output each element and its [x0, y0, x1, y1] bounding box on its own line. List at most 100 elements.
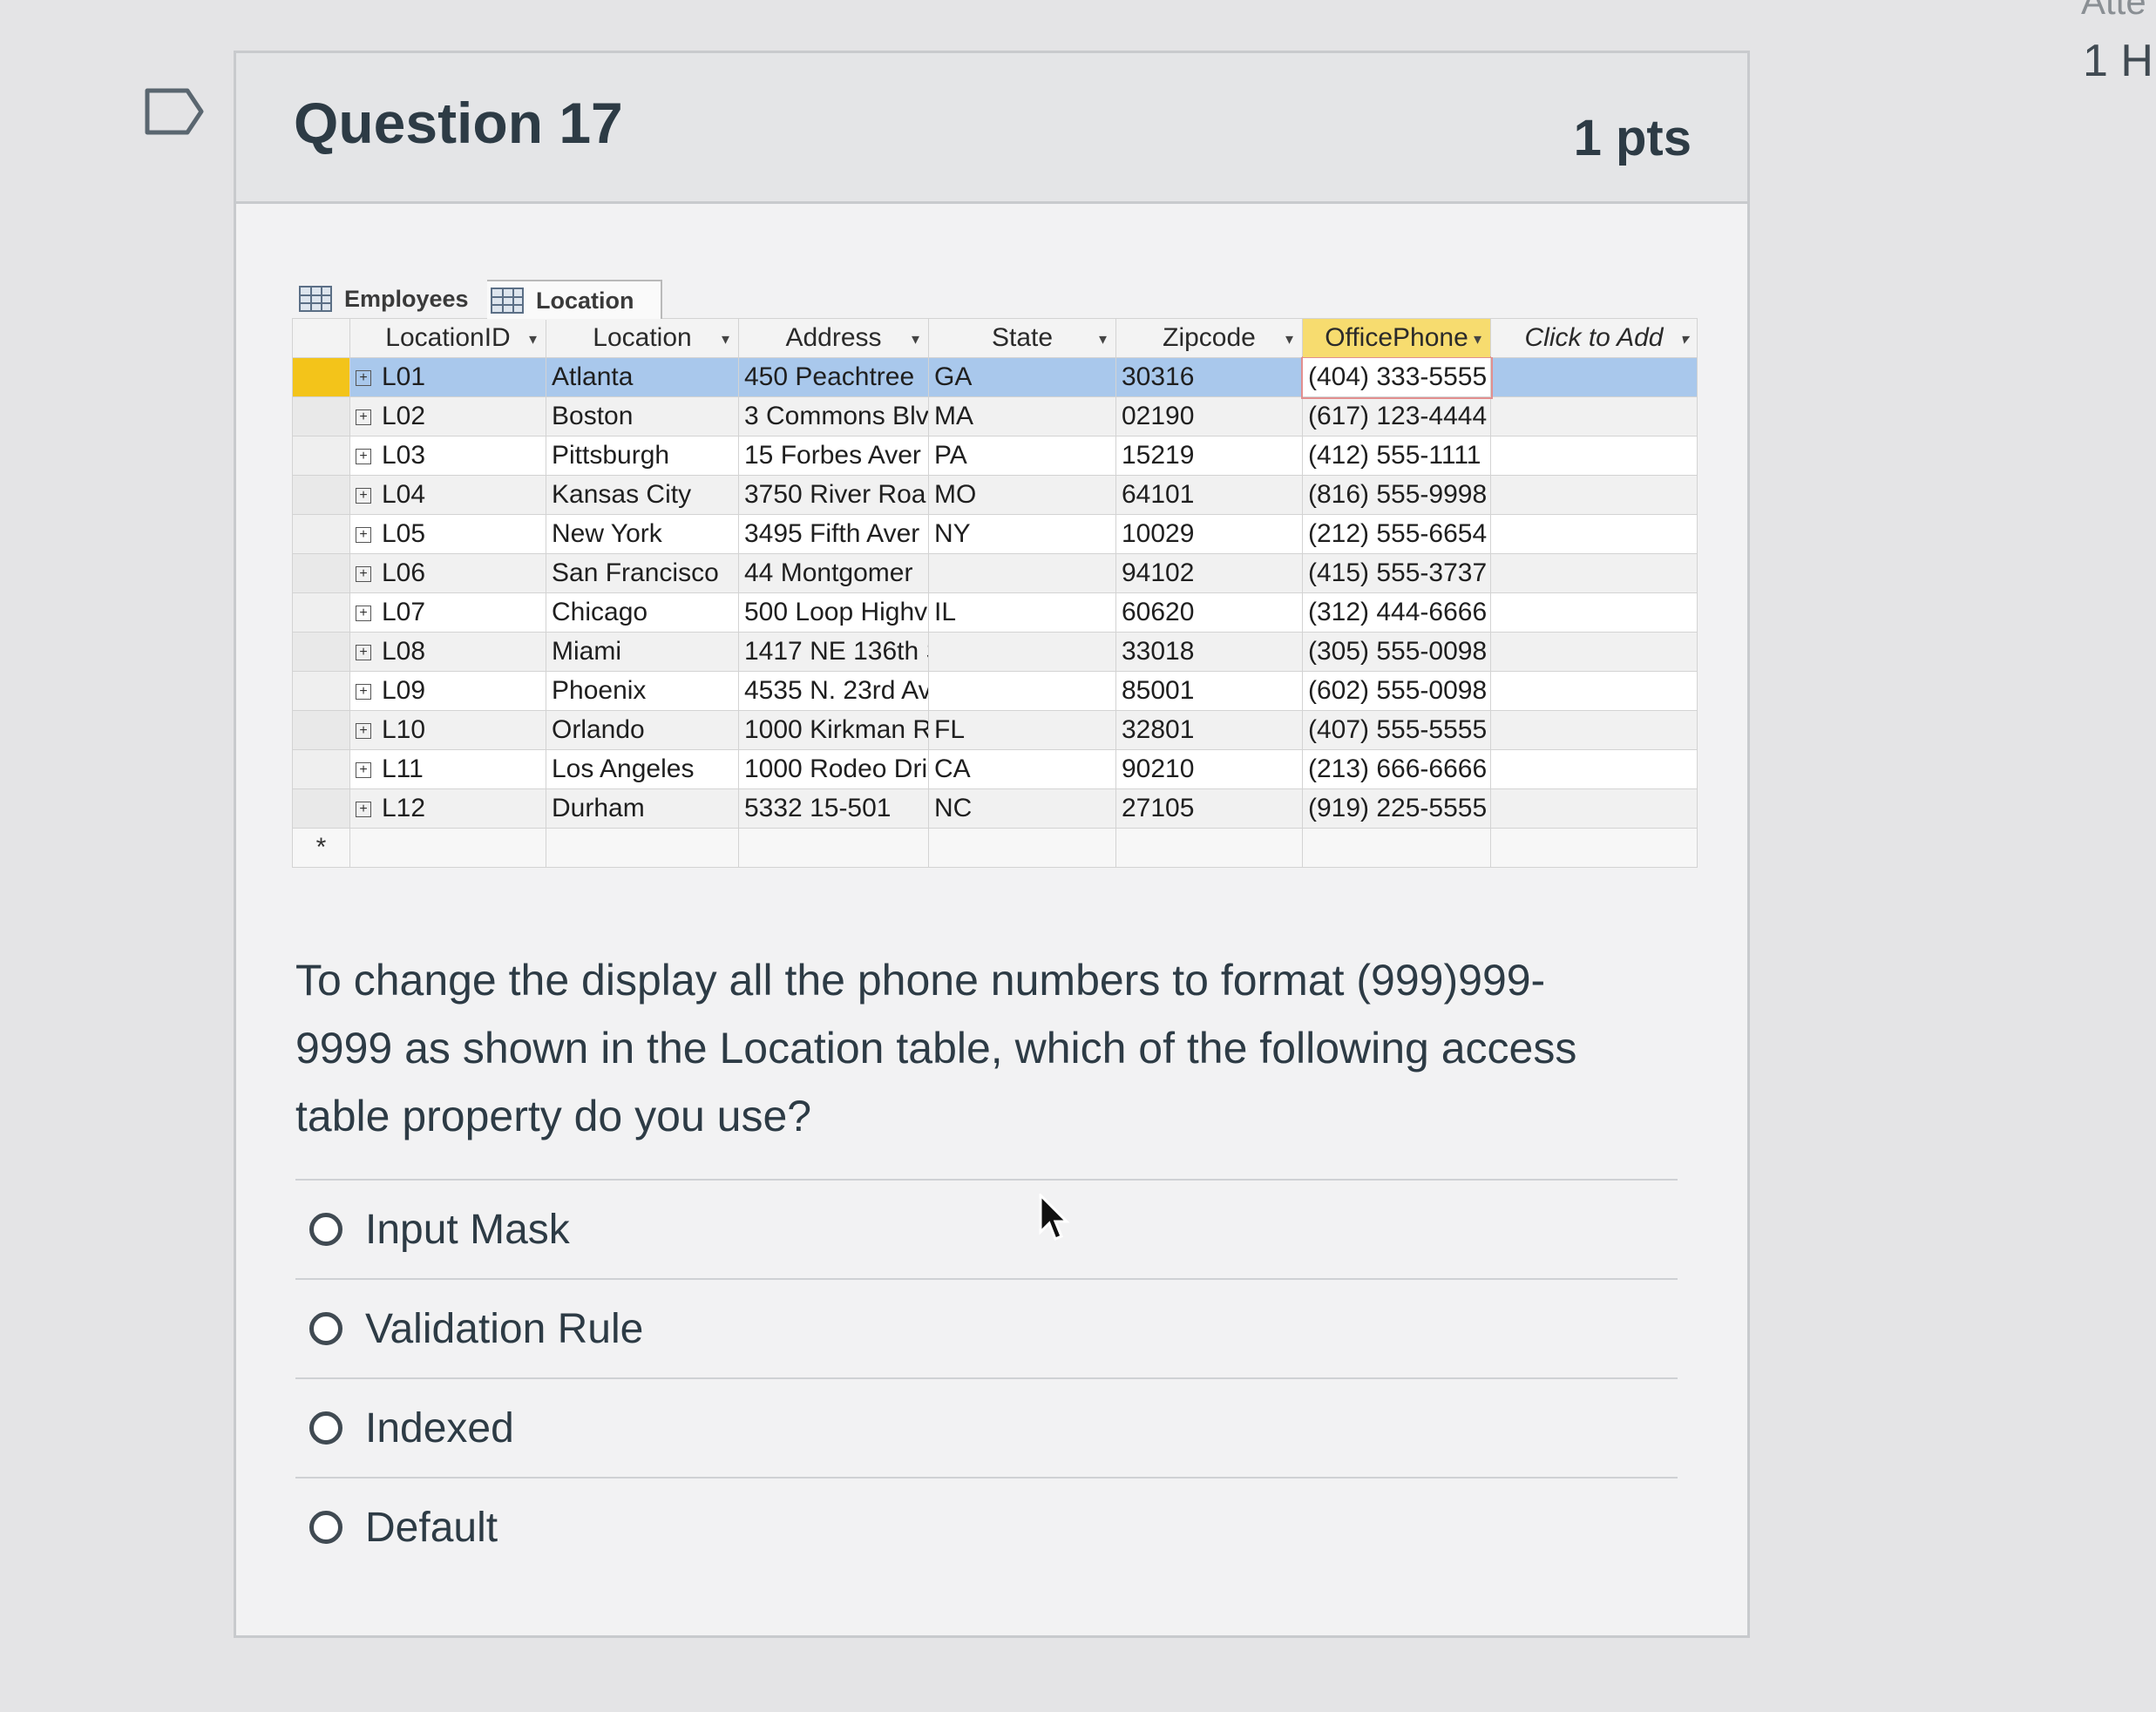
cell-location: Pittsburgh: [546, 436, 739, 476]
cell-location-id: + L08: [349, 632, 546, 672]
answer-option[interactable]: Input Mask: [295, 1179, 1678, 1278]
empty-cell: [349, 828, 546, 868]
column-header: State ▾: [928, 318, 1116, 358]
cell-zipcode: 15219: [1115, 436, 1303, 476]
cell-zipcode: 02190: [1115, 396, 1303, 436]
radio-icon[interactable]: [309, 1312, 342, 1345]
cell-location: Atlanta: [546, 357, 739, 397]
empty-cell: [1115, 828, 1303, 868]
cell-location: Miami: [546, 632, 739, 672]
cell-click-to-add: [1490, 357, 1698, 397]
table-row: + L05 New York 3495 Fifth Aver NY 10029 (212) …: [292, 514, 1698, 554]
cell-click-to-add: [1490, 396, 1698, 436]
cell-office-phone: (816) 555-9998: [1302, 475, 1491, 515]
answer-option[interactable]: Indexed: [295, 1377, 1678, 1477]
row-selector: [292, 553, 350, 593]
expand-plus-icon: +: [356, 645, 371, 661]
cell-click-to-add: [1490, 788, 1698, 829]
answer-list: Input Mask Validation Rule Indexed Defau…: [295, 1179, 1678, 1576]
column-header: Zipcode ▾: [1115, 318, 1303, 358]
tab-label: Employees: [344, 285, 469, 312]
expand-plus-icon: +: [356, 723, 371, 740]
table-row: + L11 Los Angeles 1000 Rodeo Dri CA 90210 (213…: [292, 749, 1698, 789]
answer-label: Input Mask: [365, 1206, 570, 1253]
cell-location-id: + L05: [349, 514, 546, 554]
cell-address: 3750 River Roa: [738, 475, 929, 515]
bookmark-flag-icon[interactable]: [144, 87, 205, 136]
column-header: LocationID ▾: [349, 318, 546, 358]
row-selector: [292, 396, 350, 436]
access-tabs: Employees Location: [292, 273, 1697, 320]
cell-click-to-add: [1490, 592, 1698, 633]
cell-state: MA: [928, 396, 1116, 436]
table-row: + L08 Miami 1417 NE 136th S 33018 (305) 555-0…: [292, 632, 1698, 672]
table-row: + L03 Pittsburgh 15 Forbes Aver PA 15219 (412)…: [292, 436, 1698, 476]
cell-zipcode: 10029: [1115, 514, 1303, 554]
cell-location-id: + L10: [349, 710, 546, 750]
cell-state: [928, 671, 1116, 711]
tab-employees: Employees: [299, 280, 469, 318]
cell-location: Chicago: [546, 592, 739, 633]
table-row: + L01 Atlanta 450 Peachtree GA 30316 (404) 333…: [292, 355, 1698, 399]
empty-cell: [1302, 828, 1491, 868]
radio-icon[interactable]: [309, 1213, 342, 1246]
side-panel-label: Atte: [2081, 0, 2146, 22]
cell-office-phone: (213) 666-6666: [1302, 749, 1491, 789]
cell-state: CA: [928, 749, 1116, 789]
cell-address: 500 Loop Highv: [738, 592, 929, 633]
cell-location-id: + L06: [349, 553, 546, 593]
table-row: + L02 Boston 3 Commons Blv MA 02190 (617) 123-…: [292, 396, 1698, 436]
cell-state: GA: [928, 357, 1116, 397]
expand-plus-icon: +: [356, 449, 371, 465]
expand-plus-icon: +: [356, 684, 371, 700]
table-row: + L12 Durham 5332 15-501 NC 27105 (919) 225-55…: [292, 788, 1698, 829]
cell-office-phone: (407) 555-5555: [1302, 710, 1491, 750]
dropdown-arrow-icon: ▾: [1098, 330, 1107, 348]
question-points: 1 pts: [1573, 110, 1692, 166]
cell-office-phone: (412) 555-1111: [1302, 436, 1491, 476]
column-header: Location ▾: [546, 318, 739, 358]
cell-zipcode: 60620: [1115, 592, 1303, 633]
cell-location-id: + L04: [349, 475, 546, 515]
column-header: Click to Add ▾: [1490, 318, 1698, 358]
cell-location: Phoenix: [546, 671, 739, 711]
table-row: + L10 Orlando 1000 Kirkman R FL 32801 (407) 55…: [292, 710, 1698, 750]
dropdown-arrow-icon: ▾: [721, 330, 729, 348]
table-icon: [491, 288, 524, 314]
cell-address: 15 Forbes Aver: [738, 436, 929, 476]
cell-state: [928, 632, 1116, 672]
expand-plus-icon: +: [356, 370, 371, 387]
location-datasheet: LocationID ▾ Location ▾ Address ▾ State ▾ Zi…: [292, 318, 1698, 868]
cell-location: Durham: [546, 788, 739, 829]
cell-office-phone: (305) 555-0098: [1302, 632, 1491, 672]
cell-location: Kansas City: [546, 475, 739, 515]
radio-icon[interactable]: [309, 1511, 342, 1544]
cell-click-to-add: [1490, 749, 1698, 789]
row-selector: [292, 436, 350, 476]
row-selector: [292, 749, 350, 789]
cell-zipcode: 30316: [1115, 357, 1303, 397]
cell-state: PA: [928, 436, 1116, 476]
answer-option[interactable]: Default: [295, 1477, 1678, 1576]
cell-zipcode: 64101: [1115, 475, 1303, 515]
question-header: Question 17 1 pts: [236, 53, 1747, 204]
dropdown-arrow-icon: ▾: [1473, 330, 1481, 348]
cell-zipcode: 85001: [1115, 671, 1303, 711]
row-selector: [292, 357, 350, 397]
table-row: + L06 San Francisco 44 Montgomer 94102 (415) …: [292, 553, 1698, 593]
radio-icon[interactable]: [309, 1411, 342, 1445]
empty-cell: [738, 828, 929, 868]
side-panel-time: 1 H: [2083, 36, 2153, 86]
tab-location: Location: [487, 280, 662, 320]
cell-office-phone: (602) 555-0098: [1302, 671, 1491, 711]
cell-address: 3495 Fifth Aver: [738, 514, 929, 554]
column-header: Address ▾: [738, 318, 929, 358]
expand-plus-icon: +: [356, 802, 371, 818]
answer-label: Validation Rule: [365, 1305, 644, 1352]
answer-option[interactable]: Validation Rule: [295, 1278, 1678, 1377]
cell-office-phone: (212) 555-6654: [1302, 514, 1491, 554]
dropdown-arrow-icon: ▾: [911, 330, 919, 348]
cell-click-to-add: [1490, 553, 1698, 593]
cell-location-id: + L09: [349, 671, 546, 711]
row-selector: [292, 514, 350, 554]
